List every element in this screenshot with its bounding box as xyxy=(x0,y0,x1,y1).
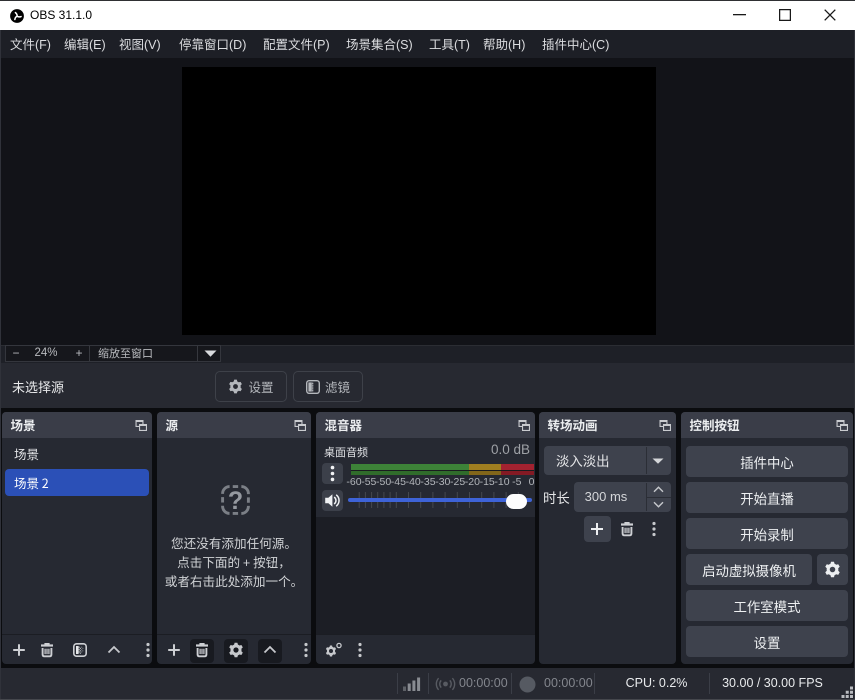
svg-text:?: ? xyxy=(228,487,243,515)
